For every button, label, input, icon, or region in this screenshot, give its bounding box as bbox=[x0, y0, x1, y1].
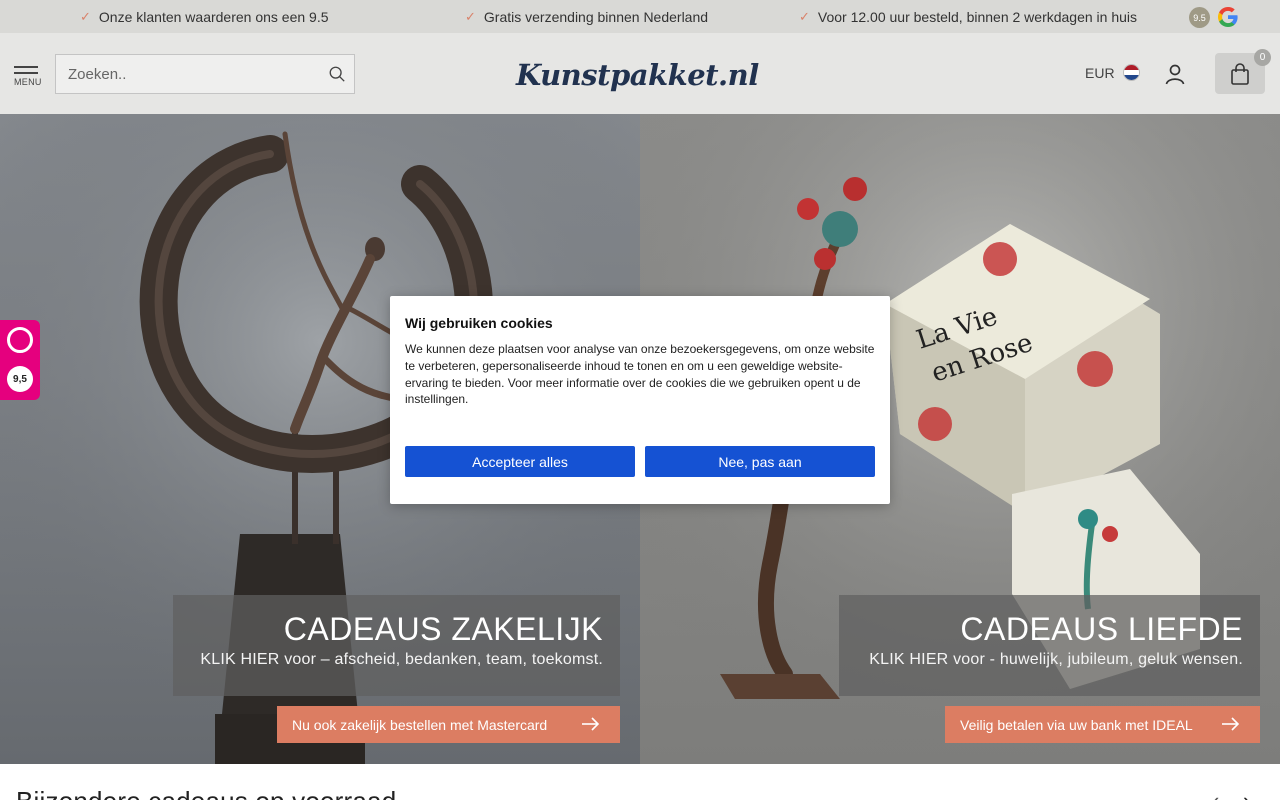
arrow-right-icon bbox=[582, 717, 600, 731]
cta-label: Veilig betalen via uw bank met IDEAL bbox=[960, 716, 1193, 733]
usp-text: Gratis verzending binnen Nederland bbox=[483, 8, 709, 25]
chevron-right-icon[interactable]: › bbox=[1243, 788, 1250, 800]
usp-bar: ✓ Onze klanten waarderen ons een 9.5 ✓ G… bbox=[0, 0, 1280, 33]
featured-section: Bijzondere cadeaus op voorraad ‹ › bbox=[0, 764, 1280, 800]
cta-ideal-button[interactable]: Veilig betalen via uw bank met IDEAL bbox=[945, 706, 1260, 743]
kiyoh-score: 9,5 bbox=[7, 366, 33, 392]
promo-liefde[interactable]: CADEAUS LIEFDE KLIK HIER voor - huwelijk… bbox=[839, 595, 1260, 696]
currency-selector[interactable]: EUR bbox=[1085, 64, 1140, 81]
cta-mastercard-button[interactable]: Nu ook zakelijk bestellen met Mastercard bbox=[277, 706, 620, 743]
currency-label: EUR bbox=[1085, 64, 1115, 81]
menu-label[interactable]: MENU bbox=[14, 77, 42, 87]
promo-title: CADEAUS LIEFDE bbox=[960, 611, 1243, 647]
dutch-flag-icon bbox=[1122, 64, 1140, 81]
account-icon[interactable] bbox=[1163, 62, 1187, 86]
search-input[interactable] bbox=[56, 55, 306, 93]
arrow-right-icon bbox=[1222, 717, 1240, 731]
check-icon: ✓ bbox=[465, 8, 476, 24]
google-icon[interactable] bbox=[1216, 5, 1240, 29]
shopping-bag-icon bbox=[1231, 63, 1249, 85]
decline-customize-button[interactable]: Nee, pas aan bbox=[645, 446, 875, 477]
cookie-dialog: Wij gebruiken cookies We kunnen deze pla… bbox=[390, 296, 890, 504]
kiyoh-logo-icon bbox=[7, 327, 33, 353]
search-box bbox=[55, 54, 355, 94]
promo-title: CADEAUS ZAKELIJK bbox=[283, 611, 603, 647]
accept-all-button[interactable]: Accepteer alles bbox=[405, 446, 635, 477]
cart-count-badge: 0 bbox=[1254, 49, 1271, 66]
site-logo[interactable]: Kunstpakket.nl bbox=[510, 50, 759, 100]
cookie-title: Wij gebruiken cookies bbox=[405, 315, 553, 331]
hamburger-icon bbox=[14, 66, 38, 68]
usp-item: ✓ Voor 12.00 uur besteld, binnen 2 werkd… bbox=[799, 0, 1137, 33]
promo-subtitle: KLIK HIER voor – afscheid, bedanken, tea… bbox=[200, 651, 603, 668]
usp-item: ✓ Gratis verzending binnen Nederland bbox=[465, 0, 708, 33]
chevron-left-icon[interactable]: ‹ bbox=[1212, 788, 1219, 800]
site-header: MENU Kunstpakket.nl EUR bbox=[0, 33, 1280, 114]
promo-zakelijk[interactable]: CADEAUS ZAKELIJK KLIK HIER voor – afsche… bbox=[173, 595, 620, 696]
check-icon: ✓ bbox=[80, 8, 91, 24]
check-icon: ✓ bbox=[799, 8, 810, 24]
cookie-body: We kunnen deze plaatsen voor analyse van… bbox=[405, 342, 875, 407]
cta-label: Nu ook zakelijk bestellen met Mastercard bbox=[292, 716, 548, 733]
usp-item: ✓ Onze klanten waarderen ons een 9.5 bbox=[80, 0, 329, 33]
usp-text: Onze klanten waarderen ons een 9.5 bbox=[98, 8, 329, 25]
search-icon[interactable] bbox=[328, 65, 346, 83]
rating-badge[interactable]: 9.5 bbox=[1189, 7, 1210, 28]
promo-subtitle: KLIK HIER voor - huwelijk, jubileum, gel… bbox=[869, 651, 1243, 668]
section-title: Bijzondere cadeaus op voorraad bbox=[16, 786, 396, 800]
logo-text: Kunstpakket.nl bbox=[516, 58, 759, 92]
usp-text: Voor 12.00 uur besteld, binnen 2 werkdag… bbox=[817, 8, 1138, 25]
kiyoh-review-badge[interactable]: 9,5 bbox=[0, 320, 40, 400]
